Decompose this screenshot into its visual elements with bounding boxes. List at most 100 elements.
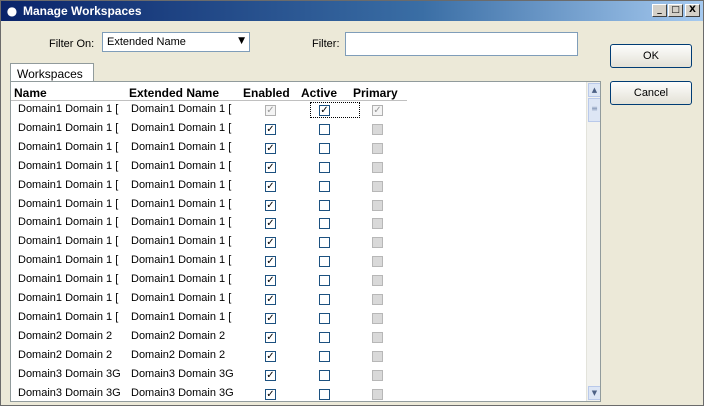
minimize-button[interactable]: _ — [652, 4, 667, 17]
name-cell: Domain1 Domain 1 [ — [18, 121, 119, 134]
column-header-extended-name[interactable]: Extended Name — [129, 86, 219, 100]
active-checkbox[interactable] — [319, 369, 330, 381]
primary-checkbox[interactable]: ✓ — [372, 105, 383, 116]
table-row[interactable]: Domain1 Domain 1 [Domain1 Domain 1 [✓ — [11, 196, 586, 214]
table-row[interactable]: Domain2 Domain 2 Domain2 Domain 2 ✓ — [11, 347, 586, 365]
active-checkbox[interactable] — [319, 161, 330, 173]
enabled-checkbox[interactable]: ✓ — [265, 123, 276, 135]
down-arrow-icon[interactable]: ▼ — [588, 386, 600, 400]
enabled-checkbox[interactable]: ✓ — [265, 180, 276, 192]
active-checkbox[interactable] — [319, 142, 330, 154]
table-row[interactable]: Domain1 Domain 1 [Domain1 Domain 1 [✓ — [11, 120, 586, 138]
name-cell: Domain1 Domain 1 [ — [18, 103, 119, 115]
enabled-checkbox[interactable]: ✓ — [265, 105, 276, 116]
active-checkbox[interactable]: ✓ — [319, 105, 330, 116]
primary-checkbox[interactable] — [372, 312, 383, 324]
enabled-checkbox[interactable]: ✓ — [265, 256, 276, 268]
primary-checkbox[interactable] — [372, 331, 383, 343]
enabled-checkbox[interactable]: ✓ — [265, 237, 276, 249]
focus-rect — [310, 102, 360, 118]
primary-checkbox[interactable] — [372, 237, 383, 249]
table-row[interactable]: Domain1 Domain 1 [Domain1 Domain 1 [✓ — [11, 271, 586, 289]
enabled-checkbox[interactable]: ✓ — [265, 369, 276, 381]
extended-name-cell: Domain1 Domain 1 [ — [131, 159, 232, 172]
column-header-name[interactable]: Name — [14, 86, 47, 100]
extended-name-cell: Domain1 Domain 1 [ — [131, 310, 232, 323]
chevron-down-icon[interactable]: ▼ — [238, 36, 245, 46]
table-row[interactable]: Domain1 Domain 1 [Domain1 Domain 1 [✓ — [11, 309, 586, 327]
primary-checkbox[interactable] — [372, 256, 383, 268]
table-row[interactable]: Domain1 Domain 1 [Domain1 Domain 1 [✓ — [11, 177, 586, 195]
active-checkbox[interactable] — [319, 331, 330, 343]
extended-name-cell: Domain1 Domain 1 [ — [131, 140, 232, 153]
name-cell: Domain1 Domain 1 [ — [18, 235, 119, 248]
primary-checkbox[interactable] — [372, 180, 383, 192]
enabled-checkbox[interactable]: ✓ — [265, 350, 276, 362]
extended-name-cell: Domain2 Domain 2 — [131, 348, 226, 361]
tab-workspaces[interactable]: Workspaces — [10, 63, 94, 82]
name-cell: Domain1 Domain 1 [ — [18, 216, 119, 229]
active-checkbox[interactable] — [319, 237, 330, 249]
close-button[interactable]: X — [685, 4, 700, 17]
active-checkbox[interactable] — [319, 275, 330, 287]
enabled-checkbox[interactable]: ✓ — [265, 142, 276, 154]
enabled-checkbox[interactable]: ✓ — [265, 294, 276, 305]
extended-name-cell: Domain2 Domain 2 — [131, 329, 226, 342]
enabled-checkbox[interactable]: ✓ — [265, 199, 276, 211]
primary-checkbox[interactable] — [372, 350, 383, 362]
active-checkbox[interactable] — [319, 388, 330, 400]
primary-checkbox[interactable] — [372, 142, 383, 154]
column-header-primary[interactable]: Primary — [353, 86, 398, 100]
table-row[interactable]: Domain1 Domain 1 [Domain1 Domain 1 [✓ — [11, 158, 586, 176]
active-checkbox[interactable] — [319, 350, 330, 362]
filter-on-select[interactable]: Extended Name ▼ — [102, 32, 250, 52]
cancel-button[interactable]: Cancel — [610, 81, 692, 105]
ok-button[interactable]: OK — [610, 44, 692, 68]
primary-checkbox[interactable] — [372, 388, 383, 400]
active-checkbox[interactable] — [319, 256, 330, 268]
enabled-checkbox[interactable]: ✓ — [265, 161, 276, 173]
title-bar[interactable]: ● Manage Workspaces _ □ X — [1, 1, 703, 21]
active-checkbox[interactable] — [319, 123, 330, 135]
table-row[interactable]: Domain1 Domain 1 [Domain1 Domain 1 [✓ — [11, 139, 586, 157]
manage-workspaces-window: ● Manage Workspaces _ □ X Filter On: Ext… — [0, 0, 704, 406]
primary-checkbox[interactable] — [372, 369, 383, 381]
primary-checkbox[interactable] — [372, 218, 383, 230]
window-title: Manage Workspaces — [23, 4, 142, 18]
enabled-checkbox[interactable]: ✓ — [265, 275, 276, 287]
table-row[interactable]: Domain1 Domain 1 [Domain1 Domain 1 [✓ ✓ ✓ — [11, 101, 586, 119]
name-cell: Domain3 Domain 3G — [18, 367, 121, 380]
name-cell: Domain3 Domain 3G — [18, 386, 121, 399]
table-row[interactable]: Domain1 Domain 1 [ Domain1 Domain 1 [ ✓ — [11, 233, 586, 251]
column-header-enabled[interactable]: Enabled — [243, 86, 290, 100]
active-checkbox[interactable] — [319, 312, 330, 324]
maximize-button[interactable]: □ — [668, 4, 683, 17]
enabled-checkbox[interactable]: ✓ — [265, 331, 276, 343]
primary-checkbox[interactable] — [372, 294, 383, 305]
table-row[interactable]: Domain2 Domain 2 Domain2 Domain 2 ✓ — [11, 328, 586, 346]
name-cell: Domain1 Domain 1 [ — [18, 292, 119, 304]
table-row[interactable]: Domain1 Domain 1 [Domain1 Domain 1 [✓ — [11, 214, 586, 232]
extended-name-cell: Domain1 Domain 1 [ — [131, 235, 232, 248]
up-arrow-icon[interactable]: ▲ — [588, 83, 600, 97]
active-checkbox[interactable] — [319, 218, 330, 230]
active-checkbox[interactable] — [319, 294, 330, 305]
active-checkbox[interactable] — [319, 199, 330, 211]
column-header-active[interactable]: Active — [301, 86, 337, 100]
scroll-thumb[interactable]: ≡ — [588, 98, 600, 122]
active-checkbox[interactable] — [319, 180, 330, 192]
enabled-checkbox[interactable]: ✓ — [265, 388, 276, 400]
primary-checkbox[interactable] — [372, 123, 383, 135]
primary-checkbox[interactable] — [372, 199, 383, 211]
table-row[interactable]: Domain3 Domain 3G Domain3 Domain 3G ✓ — [11, 385, 586, 402]
primary-checkbox[interactable] — [372, 161, 383, 173]
enabled-checkbox[interactable]: ✓ — [265, 218, 276, 230]
enabled-checkbox[interactable]: ✓ — [265, 312, 276, 324]
primary-checkbox[interactable] — [372, 275, 383, 287]
vertical-scrollbar[interactable]: ▲ ≡ ▼ — [586, 82, 600, 401]
extended-name-cell: Domain1 Domain 1 [ — [131, 178, 232, 191]
filter-input[interactable] — [345, 32, 578, 56]
table-row[interactable]: Domain1 Domain 1 [Domain1 Domain 1 [✓ — [11, 290, 586, 308]
table-row[interactable]: Domain1 Domain 1 [Domain1 Domain 1 [✓ — [11, 252, 586, 270]
table-row[interactable]: Domain3 Domain 3G Domain3 Domain 3G ✓ — [11, 366, 586, 384]
